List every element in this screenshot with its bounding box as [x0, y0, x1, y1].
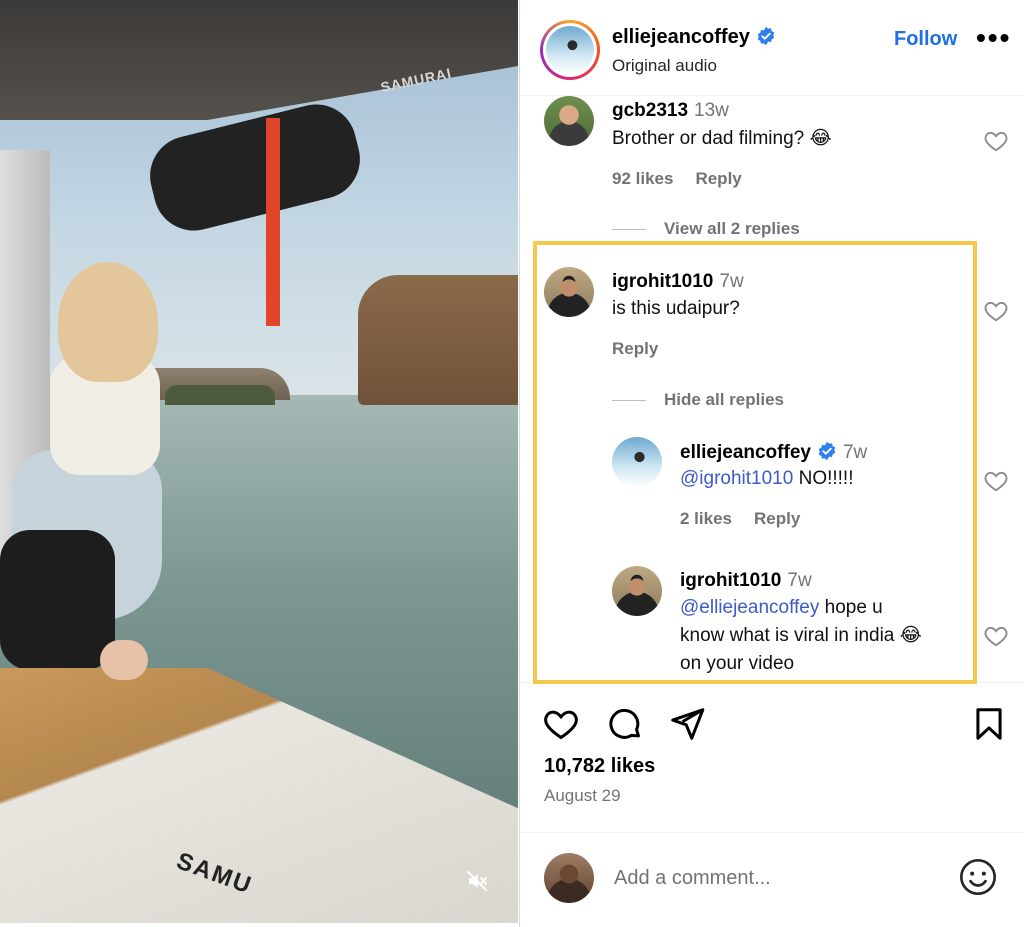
- view-replies-button[interactable]: View all 2 replies: [612, 219, 800, 239]
- audio-label[interactable]: Original audio: [612, 56, 717, 76]
- comment-username[interactable]: igrohit1010 7w: [612, 271, 744, 293]
- emoji-picker-icon[interactable]: [958, 857, 998, 897]
- replies-divider: [612, 399, 646, 401]
- follow-button[interactable]: Follow: [894, 28, 957, 51]
- mute-button[interactable]: [462, 866, 492, 896]
- comment-avatar[interactable]: [544, 96, 594, 146]
- replies-divider: [612, 228, 646, 230]
- verified-badge-icon: [757, 26, 775, 46]
- current-user-avatar: [544, 853, 594, 903]
- media-child-foot: [100, 640, 148, 680]
- comment-time: 13w: [694, 100, 729, 121]
- comment-reply-button[interactable]: Reply: [695, 169, 741, 188]
- comments-list[interactable]: gcb2313 13w Brother or dad filming? 😂 92 …: [520, 96, 1024, 681]
- share-icon[interactable]: [668, 705, 706, 743]
- reply-username[interactable]: igrohit1010 7w: [680, 570, 812, 592]
- mute-icon: [467, 871, 487, 891]
- reply-reply-button[interactable]: Reply: [754, 509, 800, 528]
- comment-text: is this udaipur?: [612, 298, 740, 319]
- reply-likes[interactable]: 2 likes: [680, 509, 732, 528]
- comment-meta: 92 likes Reply: [612, 169, 764, 189]
- comment-avatar[interactable]: [544, 267, 594, 317]
- reply-avatar[interactable]: [612, 566, 662, 616]
- reply-time: 7w: [842, 442, 868, 463]
- post-media[interactable]: SAMURAI SAMU: [0, 0, 518, 923]
- reply-text: @igrohit1010 NO!!!!!: [680, 468, 854, 489]
- reply-mention-link[interactable]: @elliejeancoffey: [680, 597, 819, 618]
- post-panel: elliejeancoffey Original audio Follow ••…: [519, 0, 1024, 927]
- comment-reply-button[interactable]: Reply: [612, 339, 658, 358]
- more-options-button[interactable]: •••: [976, 24, 1011, 52]
- comment-username[interactable]: gcb2313 13w: [612, 100, 729, 122]
- post-header: elliejeancoffey Original audio Follow ••…: [520, 0, 1024, 96]
- post-actions: 10,782 likes August 29: [520, 682, 1024, 832]
- author-avatar: [546, 26, 594, 74]
- like-heart-icon[interactable]: [542, 705, 580, 743]
- media-cliff: [358, 275, 518, 405]
- media-red-strap: [266, 118, 280, 326]
- comment-time: 7w: [719, 271, 744, 292]
- hide-replies-button[interactable]: Hide all replies: [612, 390, 784, 410]
- comment-meta: Reply: [612, 339, 680, 359]
- comment-likes[interactable]: 92 likes: [612, 169, 673, 188]
- reply-like-heart-icon[interactable]: [983, 623, 1009, 649]
- author-name[interactable]: elliejeancoffey: [612, 26, 776, 49]
- comment-icon[interactable]: [606, 705, 644, 743]
- comment-like-heart-icon[interactable]: [983, 298, 1009, 324]
- author-username[interactable]: elliejeancoffey: [612, 26, 750, 48]
- verified-badge-icon: [818, 441, 836, 461]
- comment-like-heart-icon[interactable]: [983, 128, 1009, 154]
- reply-mention-link[interactable]: @igrohit1010: [680, 468, 793, 489]
- post-likes-count[interactable]: 10,782 likes: [544, 755, 655, 778]
- reply-meta: 2 likes Reply: [680, 509, 822, 529]
- author-avatar-ring[interactable]: [540, 20, 600, 80]
- reply-like-heart-icon[interactable]: [983, 468, 1009, 494]
- add-comment-input[interactable]: [614, 863, 934, 893]
- reply-text: @elliejeancoffey hope u know what is vir…: [680, 597, 922, 674]
- bookmark-icon[interactable]: [970, 705, 1008, 743]
- media-trees: [165, 385, 275, 405]
- media-child-hair: [58, 262, 158, 382]
- media-black-bag: [0, 530, 115, 670]
- comment-text: Brother or dad filming? 😂: [612, 128, 832, 149]
- reply-time: 7w: [787, 570, 812, 591]
- post-date: August 29: [544, 786, 621, 805]
- reply-username[interactable]: elliejeancoffey 7w: [680, 441, 867, 464]
- add-comment-bar: [520, 832, 1024, 927]
- reply-avatar[interactable]: [612, 437, 662, 487]
